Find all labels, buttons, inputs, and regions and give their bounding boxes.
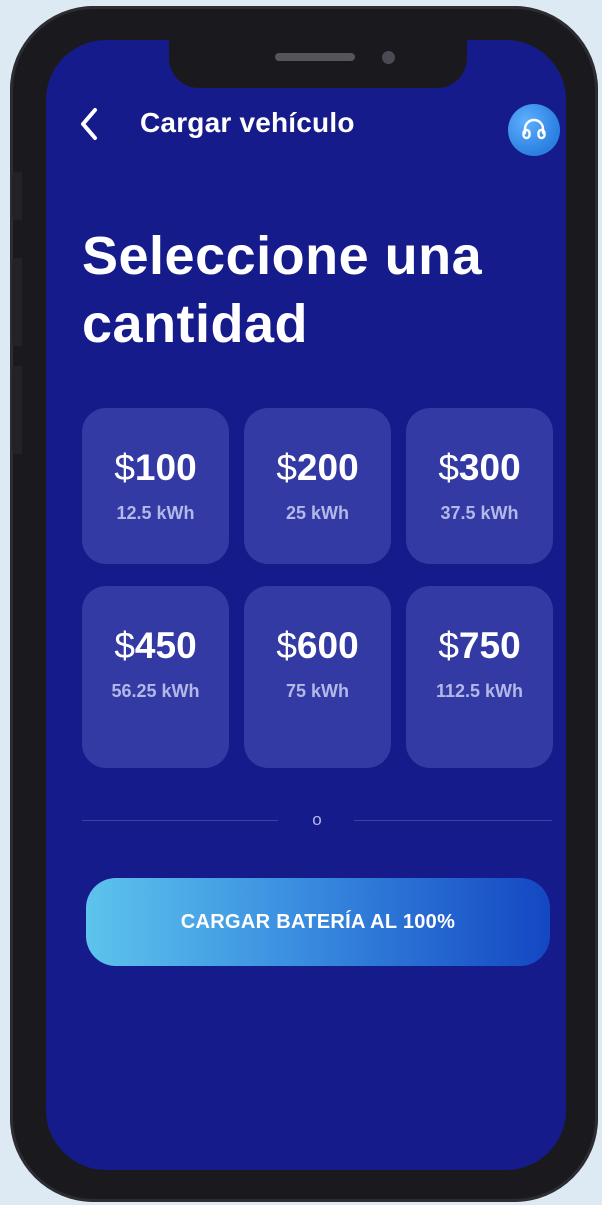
amount-option-300[interactable]: $300 37.5 kWh bbox=[406, 408, 553, 564]
separator-label: o bbox=[312, 810, 322, 829]
amount-option-600[interactable]: $600 75 kWh bbox=[244, 586, 391, 768]
amount-grid: $100 12.5 kWh $200 25 kWh $300 37.5 kWh … bbox=[82, 408, 553, 768]
amount-value: 200 bbox=[296, 447, 359, 488]
amount-energy: 37.5 kWh bbox=[440, 503, 519, 523]
amount-option-100[interactable]: $100 12.5 kWh bbox=[82, 408, 229, 564]
amount-value: 750 bbox=[458, 625, 521, 666]
amount-energy: 56.25 kWh bbox=[111, 681, 200, 701]
amount-value: 450 bbox=[134, 625, 197, 666]
app-screen: Cargar vehículo Seleccione una cantidad … bbox=[46, 40, 566, 1170]
charge-full-battery-button[interactable]: CARGAR BATERÍA AL 100% bbox=[86, 878, 550, 966]
currency-symbol: $ bbox=[276, 625, 297, 666]
amount-energy: 12.5 kWh bbox=[116, 503, 195, 523]
back-button[interactable] bbox=[76, 104, 102, 144]
amount-price: $100 bbox=[114, 446, 196, 490]
support-button[interactable] bbox=[508, 104, 560, 156]
page-title: Seleccione una cantidad bbox=[82, 226, 483, 354]
currency-symbol: $ bbox=[114, 625, 135, 666]
amount-price: $300 bbox=[438, 446, 520, 490]
amount-energy: 112.5 kWh bbox=[435, 681, 524, 701]
amount-value: 600 bbox=[296, 625, 359, 666]
volume-down-button bbox=[12, 366, 22, 454]
volume-up-button bbox=[12, 258, 22, 346]
amount-option-200[interactable]: $200 25 kWh bbox=[244, 408, 391, 564]
headset-icon bbox=[522, 118, 546, 140]
amount-option-450[interactable]: $450 56.25 kWh bbox=[82, 586, 229, 768]
mute-switch bbox=[12, 172, 22, 220]
amount-value: 100 bbox=[134, 447, 197, 488]
currency-symbol: $ bbox=[114, 447, 135, 488]
notch bbox=[169, 40, 467, 88]
chevron-left-icon bbox=[81, 108, 97, 140]
currency-symbol: $ bbox=[276, 447, 297, 488]
header-title: Cargar vehículo bbox=[140, 107, 355, 138]
speaker-grille bbox=[275, 53, 355, 61]
amount-value: 300 bbox=[458, 447, 521, 488]
amount-price: $200 bbox=[276, 446, 358, 490]
phone-frame: Cargar vehículo Seleccione una cantidad … bbox=[10, 6, 598, 1202]
front-camera bbox=[382, 51, 395, 64]
amount-price: $450 bbox=[114, 624, 196, 668]
divider-right bbox=[354, 820, 552, 821]
amount-energy: 75 kWh bbox=[285, 681, 350, 701]
amount-option-750[interactable]: $750 112.5 kWh bbox=[406, 586, 553, 768]
currency-symbol: $ bbox=[438, 625, 459, 666]
amount-price: $600 bbox=[276, 624, 358, 668]
amount-energy: 25 kWh bbox=[285, 503, 350, 523]
divider-left bbox=[82, 820, 278, 821]
amount-price: $750 bbox=[438, 624, 520, 668]
currency-symbol: $ bbox=[438, 447, 459, 488]
